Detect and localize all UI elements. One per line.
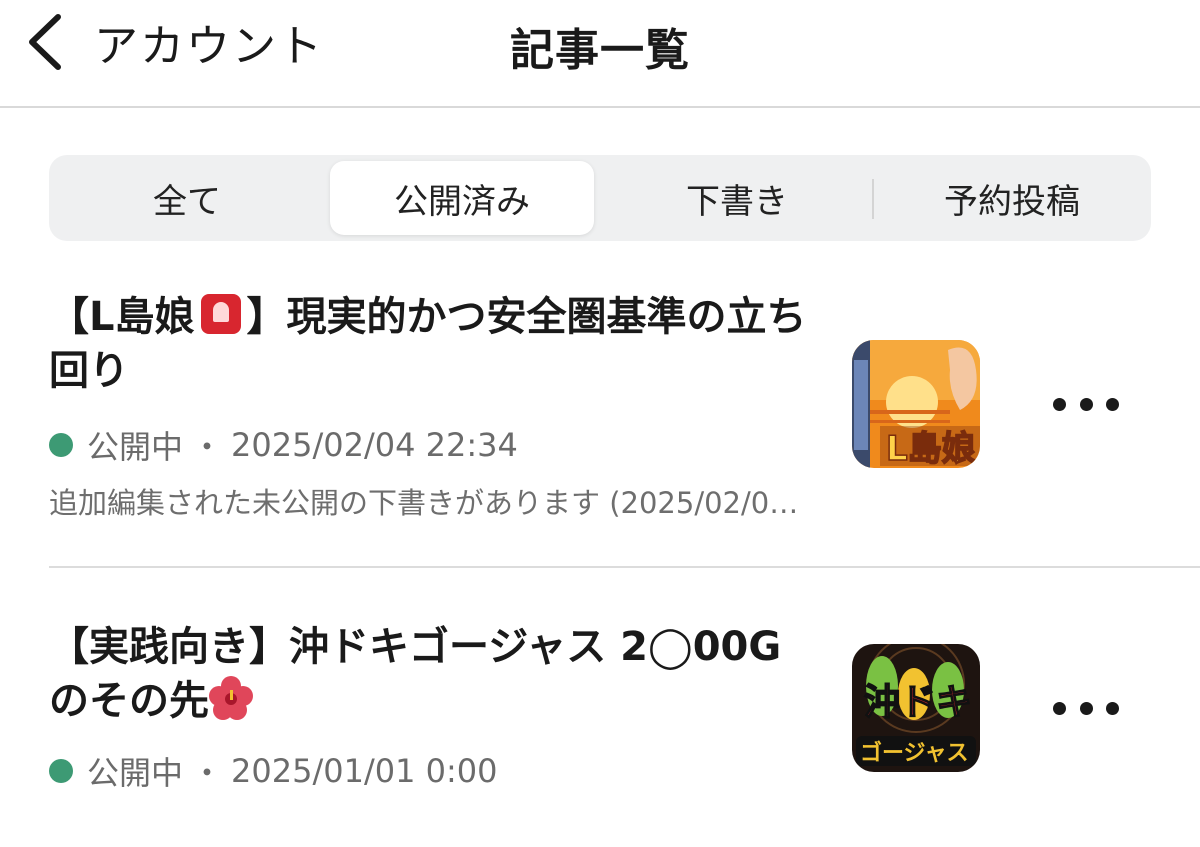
status-label: 公開中 (87, 428, 184, 466)
dot (1106, 397, 1119, 411)
draft-note: 追加編集された未公開の下書きがあります (2025/02/04 22:34) (49, 486, 809, 520)
status-dot-icon (49, 759, 73, 783)
tab-drafts[interactable]: 下書き (605, 161, 869, 235)
status-separator: ・ (191, 428, 224, 466)
header: アカウント 記事一覧 (0, 0, 1200, 108)
thumbnail-image: 沖ドキ ゴージャス (852, 644, 980, 772)
article-title[interactable]: 【L島娘 】現実的かつ安全圏基準の立ち回り (49, 290, 809, 398)
hibiscus-icon (209, 676, 253, 720)
thumbnail-text: 沖ドキ (864, 682, 972, 723)
thumbnail-text: L島娘 (886, 429, 976, 468)
tab-all[interactable]: 全て (55, 161, 319, 235)
more-options-button[interactable] (1053, 688, 1119, 728)
article-title-text: 【実践向き】沖ドキゴージャス 2◯00Gのその先 (49, 624, 782, 724)
tab-published[interactable]: 公開済み (330, 161, 594, 235)
article-title[interactable]: 【実践向き】沖ドキゴージャス 2◯00Gのその先 (49, 620, 809, 728)
dot (1106, 701, 1119, 715)
status-label: 公開中 (87, 754, 184, 792)
status-separator: ・ (191, 754, 224, 792)
rotating-light-icon (200, 294, 241, 334)
page-title: 記事一覧 (510, 25, 690, 76)
thumbnail-subtext: ゴージャス (860, 740, 968, 766)
list-divider (49, 566, 1200, 568)
dot (1053, 397, 1066, 411)
more-options-button[interactable] (1053, 384, 1119, 424)
segmented-control: 全て 公開済み 下書き 予約投稿 (49, 155, 1151, 241)
article-item[interactable]: 【実践向き】沖ドキゴージャス 2◯00Gのその先 公開中 ・ 2025/01/0… (49, 620, 1151, 800)
article-item[interactable]: 【L島娘 】現実的かつ安全圏基準の立ち回り 公開中 ・ 2025/02/04 22… (49, 290, 1151, 540)
dot (1079, 397, 1093, 411)
tab-scheduled[interactable]: 予約投稿 (880, 161, 1144, 235)
status-row: 公開中 ・ 2025/01/01 0:00 (49, 748, 498, 794)
article-thumbnail[interactable]: L島娘 (852, 340, 980, 468)
article-thumbnail[interactable]: 沖ドキ ゴージャス (852, 644, 980, 772)
dot (1053, 701, 1066, 715)
publish-date: 2025/02/04 22:34 (231, 426, 518, 464)
status-dot-icon (49, 433, 73, 457)
thumbnail-image: L島娘 (852, 340, 980, 468)
dot (1079, 701, 1093, 715)
segment-divider (872, 179, 874, 219)
status-row: 公開中 ・ 2025/02/04 22:34 (49, 422, 518, 468)
article-title-text: 【L島娘 (49, 294, 195, 340)
publish-date: 2025/01/01 0:00 (231, 752, 498, 790)
